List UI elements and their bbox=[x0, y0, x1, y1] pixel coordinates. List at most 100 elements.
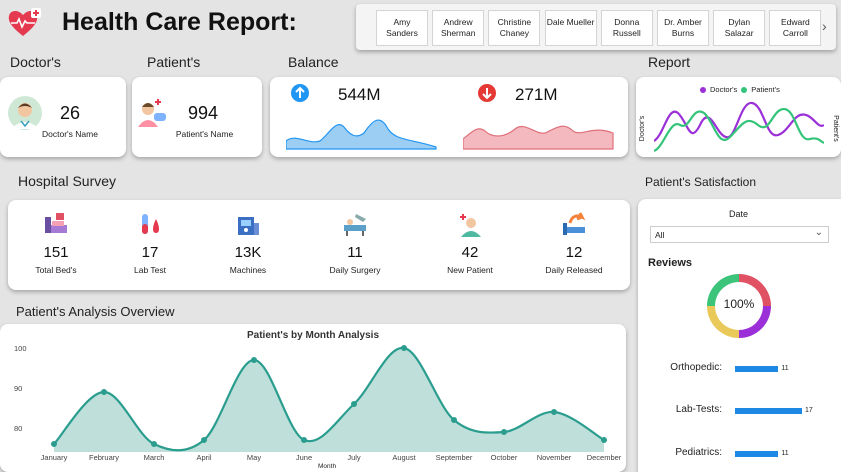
surgery-icon bbox=[300, 210, 410, 240]
survey-stat-value: 11 bbox=[347, 244, 363, 261]
analysis-data-point bbox=[401, 345, 407, 351]
analysis-data-point bbox=[301, 437, 307, 443]
balance-up-sparkline bbox=[286, 119, 437, 150]
survey-section-title: Hospital Survey bbox=[18, 173, 117, 189]
doctor-series-line bbox=[654, 101, 824, 142]
date-filter-label: Date bbox=[729, 209, 749, 219]
x-tick-label: August bbox=[392, 453, 416, 462]
review-bar-value: 17 bbox=[805, 407, 813, 414]
report-y-left-label: Doctor's bbox=[639, 115, 647, 142]
analysis-area-chart: January February March April May June July Augu… bbox=[14, 344, 622, 462]
slicer-chip[interactable]: Edward Carroll bbox=[769, 10, 822, 46]
analysis-data-point bbox=[601, 437, 607, 443]
review-bar-label: Pediatrics: bbox=[675, 447, 722, 458]
survey-stat: 13K Machines bbox=[193, 210, 303, 275]
x-tick-label: January bbox=[41, 453, 68, 462]
x-tick-label: July bbox=[347, 453, 361, 462]
y-tick-label: 90 bbox=[14, 384, 22, 393]
doctor-avatar-icon bbox=[7, 95, 43, 136]
report-card: Doctor's Patient's Doctor's Patient's bbox=[636, 77, 841, 157]
x-tick-label: November bbox=[537, 453, 572, 462]
slicer-chip[interactable]: Donna Russell bbox=[600, 10, 653, 46]
slicer-chip[interactable]: Andrew Sherman bbox=[432, 10, 485, 46]
test-tube-icon bbox=[95, 210, 205, 240]
survey-stat: 17 Lab Test bbox=[95, 210, 205, 275]
patients-section-title: Patient's bbox=[147, 54, 201, 70]
date-filter-value: All bbox=[655, 230, 665, 240]
doctors-section-title: Doctor's bbox=[10, 54, 61, 70]
survey-stat: 11 Daily Surgery bbox=[300, 210, 410, 275]
survey-stat-label: New Patient bbox=[447, 265, 493, 275]
x-tick-label: June bbox=[296, 453, 312, 462]
y-tick-label: 80 bbox=[14, 424, 22, 433]
review-bar-label: Orthopedic: bbox=[670, 362, 722, 373]
page-title: Health Care Report: bbox=[62, 8, 297, 36]
survey-stat: 12 Daily Released bbox=[519, 210, 629, 275]
review-bar bbox=[735, 408, 802, 414]
slicer-chip[interactable]: Christine Chaney bbox=[488, 10, 541, 46]
released-bed-icon bbox=[519, 210, 629, 240]
review-bar bbox=[735, 366, 779, 372]
review-bar-label: Lab-Tests: bbox=[675, 404, 722, 415]
arrow-down-icon bbox=[477, 83, 497, 108]
survey-stat-label: Daily Released bbox=[545, 265, 603, 275]
heart-logo-icon bbox=[6, 8, 42, 38]
medical-machine-icon bbox=[193, 210, 303, 240]
doctors-card: 26 Doctor's Name bbox=[0, 77, 126, 157]
x-tick-label: May bbox=[247, 453, 261, 462]
report-line-chart bbox=[654, 101, 824, 153]
satisfaction-section-title: Patient's Satisfaction bbox=[645, 175, 757, 189]
doctors-label: Doctor's Name bbox=[42, 129, 98, 139]
arrow-up-icon bbox=[290, 83, 310, 108]
legend-patient-label: Patient's bbox=[751, 85, 780, 94]
survey-card: 151 Total Bed's 17 Lab Test 13K Machines 11 Dai… bbox=[8, 200, 630, 290]
analysis-data-point bbox=[451, 417, 457, 423]
slicer-chip[interactable]: Dylan Salazar bbox=[713, 10, 766, 46]
patient-avatar-icon bbox=[136, 97, 168, 134]
date-filter-dropdown[interactable]: All ⌄ bbox=[650, 226, 829, 243]
analysis-data-point bbox=[251, 357, 257, 363]
review-bar-value: 11 bbox=[781, 365, 789, 372]
analysis-card: Patient's by Month Analysis January Febru… bbox=[0, 324, 626, 472]
analysis-x-axis-label: Month bbox=[318, 463, 337, 470]
balance-down-value: 271M bbox=[515, 85, 558, 104]
legend-doctor-swatch bbox=[700, 86, 706, 93]
patients-count: 994 bbox=[188, 103, 219, 123]
slicer-chip[interactable]: Amy Sanders bbox=[376, 10, 428, 46]
x-tick-label: February bbox=[89, 453, 119, 462]
survey-stat-label: Lab Test bbox=[134, 265, 166, 275]
x-tick-label: October bbox=[491, 453, 518, 462]
y-tick-label: 100 bbox=[14, 344, 27, 353]
survey-stat-value: 12 bbox=[565, 244, 583, 261]
balance-up-value: 544M bbox=[338, 85, 381, 104]
slicer-chip[interactable]: Dr. Amber Burns bbox=[657, 10, 709, 46]
x-tick-label: April bbox=[196, 453, 211, 462]
survey-stat-label: Machines bbox=[229, 265, 267, 275]
legend-patient-swatch bbox=[741, 86, 748, 93]
slicer-chip[interactable]: Dale Mueller bbox=[544, 10, 597, 46]
report-legend: Doctor's Patient's bbox=[700, 85, 780, 94]
balance-card: 544M 271M bbox=[270, 77, 628, 157]
analysis-area-fill bbox=[54, 347, 604, 452]
legend-doctor-label: Doctor's bbox=[710, 85, 738, 94]
donut-center-value: 100% bbox=[723, 297, 755, 311]
chevron-right-icon[interactable]: › bbox=[822, 18, 827, 34]
analysis-data-point bbox=[501, 429, 507, 435]
chevron-down-icon: ⌄ bbox=[814, 227, 823, 238]
x-tick-label: December bbox=[587, 453, 622, 462]
survey-stat-value: 17 bbox=[141, 244, 159, 261]
review-bar-value: 11 bbox=[781, 450, 789, 457]
report-y-right-label: Patient's bbox=[831, 115, 839, 142]
survey-stat-label: Daily Surgery bbox=[329, 265, 381, 275]
reviews-title: Reviews bbox=[648, 257, 693, 269]
analysis-data-point bbox=[551, 409, 557, 415]
patients-card: 994 Patient's Name bbox=[132, 77, 262, 157]
doctor-slicer[interactable]: Amy Sanders Andrew Sherman Christine Chane… bbox=[356, 4, 836, 50]
analysis-data-point bbox=[201, 437, 207, 443]
survey-stat-value: 13K bbox=[234, 244, 262, 261]
x-tick-label: September bbox=[436, 453, 473, 462]
analysis-data-point bbox=[151, 441, 157, 447]
new-patient-icon bbox=[415, 210, 525, 240]
satisfaction-card: Date All ⌄ Reviews 100% Orthopedic: 11 Lab… bbox=[638, 199, 841, 472]
balance-section-title: Balance bbox=[288, 54, 339, 70]
